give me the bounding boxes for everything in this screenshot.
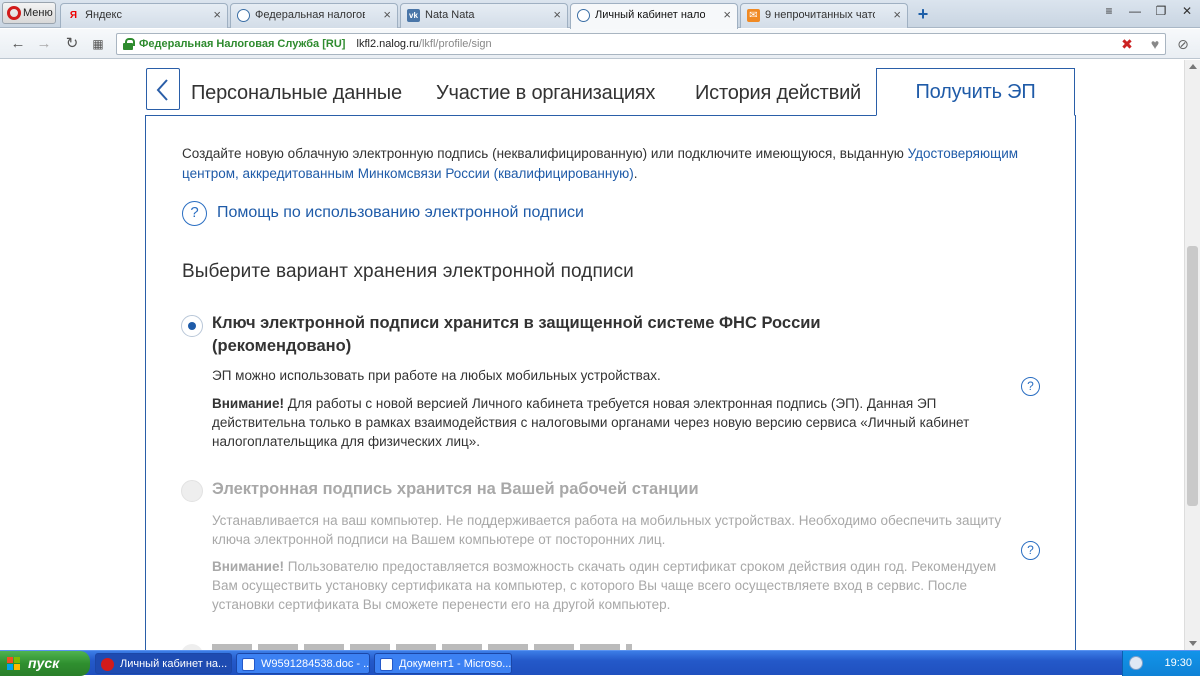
tray-network-icon[interactable] xyxy=(1129,656,1143,670)
option1-question-icon[interactable]: ? xyxy=(1021,377,1040,396)
close-icon[interactable]: × xyxy=(383,4,391,26)
taskbar-item-word-doc[interactable]: W9591284538.doc - ... xyxy=(236,653,370,674)
task-label: Документ1 - Microso... xyxy=(399,658,512,670)
option1-desc: ЭП можно использовать при работе на любы… xyxy=(212,368,661,383)
option2-attention-label: Внимание! xyxy=(212,559,284,574)
radio-workstation-storage[interactable] xyxy=(181,480,203,502)
vertical-scrollbar[interactable] xyxy=(1184,60,1200,650)
browser-menu-button[interactable]: Меню xyxy=(2,2,56,24)
option1-attention-text: Для работы с новой версией Личного кабин… xyxy=(212,396,970,449)
radio-fns-storage[interactable] xyxy=(181,315,203,337)
close-icon[interactable]: × xyxy=(723,4,731,26)
intro-text-start: Создайте новую облачную электронную подп… xyxy=(182,146,908,161)
word-icon xyxy=(242,658,255,671)
question-icon[interactable]: ? xyxy=(182,200,207,226)
browser-tab-vk[interactable]: vk Nata Nata × xyxy=(400,3,568,28)
start-button[interactable]: пуск xyxy=(0,651,90,676)
start-label: пуск xyxy=(28,655,60,671)
url-host: lkfl2.nalog.ru xyxy=(356,38,419,50)
address-bar-actions: ✖ ♥ ⊘ xyxy=(1116,33,1194,55)
download-icon[interactable]: ⊘ xyxy=(1172,33,1194,55)
tab-personal-data[interactable]: Персональные данные xyxy=(191,82,402,105)
tabs-prev-button[interactable] xyxy=(146,68,180,110)
browser-tab-lk-active[interactable]: Личный кабинет налогопла × xyxy=(570,3,738,29)
browser-tab-yandex[interactable]: Я Яндекс × xyxy=(60,3,228,28)
scroll-up-icon[interactable] xyxy=(1189,64,1197,69)
opera-logo-icon xyxy=(7,6,21,20)
browser-nav-bar: ← → ↻ ▦ Федеральная Налоговая Служба [RU… xyxy=(0,29,1200,59)
tab-label: Личный кабинет налогопла xyxy=(595,9,705,21)
url-path: /lkfl/profile/sign xyxy=(418,38,492,50)
option2-attention-text: Пользователю предоставляется возможность… xyxy=(212,559,997,612)
close-icon[interactable]: × xyxy=(213,4,221,26)
option2-title[interactable]: Электронная подпись хранится на Вашей ра… xyxy=(212,478,699,501)
opera-icon xyxy=(101,658,114,671)
windows-logo-icon xyxy=(7,657,21,671)
tab-label: Nata Nata xyxy=(425,9,475,21)
system-tray: 19:30 xyxy=(1122,651,1200,676)
option2-desc: Устанавливается на ваш компьютер. Не под… xyxy=(212,513,1002,547)
tab-history[interactable]: История действий xyxy=(695,82,861,105)
help-link[interactable]: Помощь по использованию электронной подп… xyxy=(217,204,584,222)
option1-attention: Внимание! Для работы с новой версией Лич… xyxy=(212,394,1002,451)
tab-label: Федеральная налоговая сл xyxy=(255,9,365,21)
yandex-icon: Я xyxy=(69,10,78,21)
taskbar-item-browser[interactable]: Личный кабинет на... xyxy=(95,653,232,674)
option1-title-line2: (рекомендовано) xyxy=(212,337,352,355)
vk-icon: vk xyxy=(407,9,420,22)
mail-icon: ✉ xyxy=(747,9,760,22)
tab-label: 9 непрочитанных чатов xyxy=(765,9,875,21)
section-title: Выберите вариант хранения электронной по… xyxy=(182,261,634,282)
chevron-left-icon xyxy=(156,79,168,101)
close-window-icon[interactable]: ✕ xyxy=(1174,0,1200,22)
taskbar-item-word-doc1[interactable]: Документ1 - Microso... xyxy=(374,653,512,674)
intro-text-end: . xyxy=(633,166,638,181)
tab-get-ep[interactable]: Получить ЭП xyxy=(876,68,1075,116)
scroll-down-icon[interactable] xyxy=(1189,641,1197,646)
task-label: Личный кабинет на... xyxy=(120,658,228,670)
option1-title-line1: Ключ электронной подписи хранится в защи… xyxy=(212,314,821,332)
fns-icon xyxy=(577,9,590,22)
browser-tab-strip: Меню Я Яндекс × Федеральная налоговая сл… xyxy=(0,0,1200,29)
reload-icon[interactable]: ↻ xyxy=(62,34,82,54)
speed-dial-grid-icon[interactable]: ▦ xyxy=(88,34,108,54)
option2-attention: Внимание! Пользователю предоставляется в… xyxy=(212,557,1002,614)
word-icon xyxy=(380,658,393,671)
page-content: Персональные данные Участие в организаци… xyxy=(0,60,1184,650)
task-label: W9591284538.doc - ... xyxy=(261,658,370,670)
site-identity: Федеральная Налоговая Служба [RU] xyxy=(139,38,346,50)
restore-icon[interactable]: ❐ xyxy=(1148,0,1174,22)
forward-arrow-icon[interactable]: → xyxy=(34,34,54,54)
browser-tab-fns[interactable]: Федеральная налоговая сл × xyxy=(230,3,398,28)
close-icon[interactable]: × xyxy=(893,4,901,26)
option1-title[interactable]: Ключ электронной подписи хранится в защи… xyxy=(212,312,821,358)
tab-list-icon[interactable]: ≡ xyxy=(1096,0,1122,22)
windows-taskbar: пуск Личный кабинет на... W9591284538.do… xyxy=(0,650,1200,676)
tab-label: Яндекс xyxy=(85,9,122,21)
scroll-thumb[interactable] xyxy=(1187,246,1198,506)
back-arrow-icon[interactable]: ← xyxy=(8,34,28,54)
window-controls: ≡ — ❐ ✕ xyxy=(1096,0,1200,24)
browser-tab-mail[interactable]: ✉ 9 непрочитанных чатов × xyxy=(740,3,908,28)
minimize-icon[interactable]: — xyxy=(1122,0,1148,22)
browser-menu-label: Меню xyxy=(23,7,53,19)
fns-icon xyxy=(237,9,250,22)
lock-icon xyxy=(123,38,135,50)
clock: 19:30 xyxy=(1164,657,1192,669)
tab-organizations[interactable]: Участие в организациях xyxy=(436,82,655,105)
ribbon-icon[interactable]: ✖ xyxy=(1116,33,1138,55)
option1-attention-label: Внимание! xyxy=(212,396,284,411)
new-tab-button[interactable]: + xyxy=(912,4,934,24)
heart-icon[interactable]: ♥ xyxy=(1144,33,1166,55)
intro-text: Создайте новую облачную электронную подп… xyxy=(182,144,1042,184)
help-row[interactable]: ? Помощь по использованию электронной по… xyxy=(182,200,584,226)
address-bar[interactable]: Федеральная Налоговая Служба [RU] lkfl2.… xyxy=(116,33,1166,55)
close-icon[interactable]: × xyxy=(553,4,561,26)
option2-question-icon[interactable]: ? xyxy=(1021,541,1040,560)
